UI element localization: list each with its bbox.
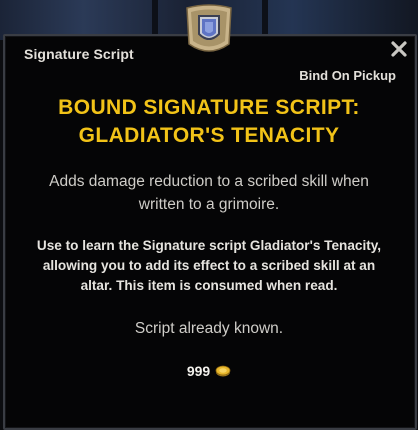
item-type-label: Signature Script bbox=[24, 46, 134, 62]
close-icon[interactable] bbox=[388, 38, 410, 60]
use-text-line-2: allowing you to add its effect to a scri… bbox=[42, 258, 376, 273]
gold-coin-icon bbox=[215, 365, 231, 377]
price-value: 999 bbox=[186, 363, 211, 379]
item-title-line-2: GLADIATOR'S TENACITY bbox=[78, 124, 340, 147]
item-price: 999 bbox=[0, 363, 418, 379]
item-title-line-1: BOUND SIGNATURE SCRIPT: bbox=[58, 96, 360, 119]
use-text-line-3: altar. This item is consumed when read. bbox=[80, 278, 338, 293]
shield-scroll-icon bbox=[181, 0, 237, 60]
bind-status: Bind On Pickup bbox=[299, 68, 396, 83]
script-status: Script already known. bbox=[134, 320, 284, 337]
use-text-line-1: Use to learn the Signature script Gladia… bbox=[36, 238, 382, 253]
item-description-line-2: written to a grimoire. bbox=[138, 196, 280, 213]
item-description-line-1: Adds damage reduction to a scribed skill… bbox=[49, 173, 369, 190]
